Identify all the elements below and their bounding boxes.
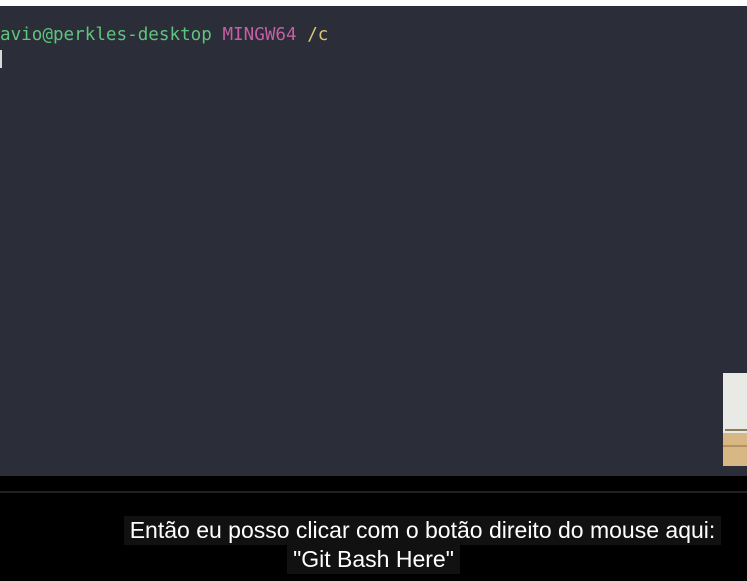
video-frame: avio@perkles-desktop MINGW64 /c Então eu… bbox=[0, 0, 747, 581]
webcam-shelf bbox=[723, 433, 747, 466]
webcam-overlay bbox=[723, 373, 747, 466]
terminal-prompt: avio@perkles-desktop MINGW64 /c bbox=[0, 24, 328, 46]
subtitle-line-1: Então eu posso clicar com o botão direit… bbox=[123, 516, 722, 545]
prompt-user-host: avio@perkles-desktop bbox=[0, 25, 212, 45]
subtitle-line-2: "Git Bash Here" bbox=[287, 545, 460, 574]
terminal-window[interactable]: avio@perkles-desktop MINGW64 /c bbox=[0, 6, 747, 476]
prompt-shell: MINGW64 bbox=[222, 25, 297, 45]
webcam-shelf-edge bbox=[723, 445, 747, 447]
text-cursor bbox=[0, 50, 2, 68]
video-divider bbox=[0, 491, 747, 493]
subtitle-caption: Então eu posso clicar com o botão direit… bbox=[0, 516, 747, 574]
webcam-wall-line bbox=[725, 429, 747, 431]
prompt-cwd: /c bbox=[307, 25, 329, 45]
